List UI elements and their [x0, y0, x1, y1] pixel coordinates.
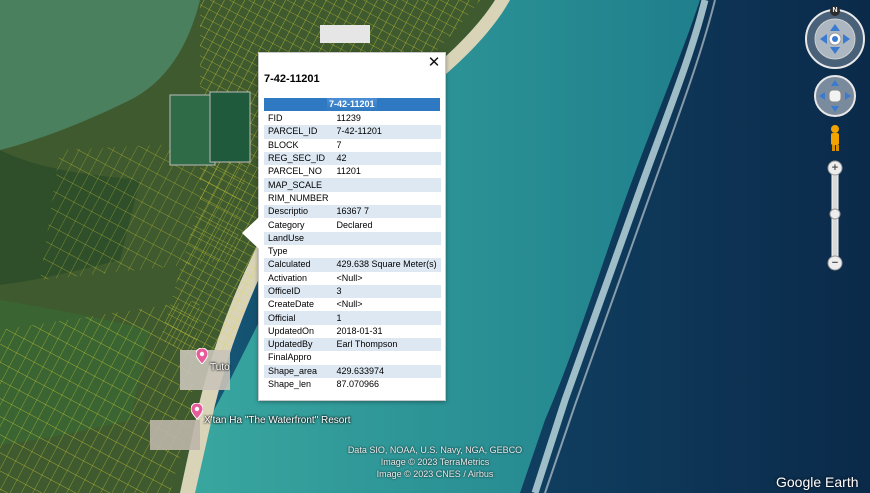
attribute-row: UpdatedBy Earl Thompson: [264, 338, 441, 352]
placemark-label[interactable]: Tuto: [210, 362, 230, 373]
attribute-key: Shape_len: [264, 377, 333, 392]
attribute-row: OfficeID 3: [264, 284, 441, 299]
attribution-line-2: Image © 2023 TerraMetrics: [380, 457, 490, 467]
attribute-key: Type: [264, 244, 333, 259]
attribute-row: MAP_SCALE: [264, 178, 441, 192]
attribute-table-header-label: 7-42-11201: [327, 98, 377, 111]
move-hand-icon[interactable]: [814, 75, 856, 117]
attribute-key: LandUse: [264, 231, 333, 245]
zoom-in-button[interactable]: +: [828, 161, 842, 175]
attribute-key: MAP_SCALE: [264, 178, 333, 192]
attribute-value: 87.070966: [332, 377, 441, 392]
attribute-row: Official 1: [264, 311, 441, 325]
attribute-row: PARCEL_ID 7-42-11201: [264, 125, 441, 139]
navigation-controls: N + −: [804, 6, 866, 276]
popup-title: 7-42-11201: [264, 73, 320, 85]
attribute-value: <Null>: [332, 271, 441, 285]
attribute-value: 429.638 Square Meter(s): [332, 258, 441, 272]
attribute-key: UpdatedOn: [264, 324, 333, 339]
attribute-row: CreateDate <Null>: [264, 298, 441, 312]
attribute-value: 2018-01-31: [332, 324, 441, 339]
attribute-row: Calculated 429.638 Square Meter(s): [264, 258, 441, 272]
attribution-line-3: Image © 2023 CNES / Airbus: [376, 469, 494, 479]
attribute-key: Official: [264, 311, 333, 325]
attribute-value: Declared: [332, 218, 441, 232]
attribute-row: Shape_len 87.070966: [264, 377, 441, 392]
parcel-info-popup: ✕ 7-42-11201 7-42-11201 FID 11239 PARCEL_I…: [242, 52, 446, 401]
attribute-value: <Null>: [332, 298, 441, 312]
attribute-row: Descriptio 16367 7: [264, 205, 441, 219]
attribute-value: [332, 231, 441, 245]
placemark-xtan-ha[interactable]: [190, 402, 204, 424]
attribute-table-header: 7-42-11201: [264, 98, 440, 111]
attribute-value: 11201: [332, 165, 441, 179]
attribute-value: [332, 244, 441, 259]
attribute-key: Category: [264, 218, 333, 232]
attribution-line-1: Data SIO, NOAA, U.S. Navy, NGA, GEBCO: [347, 445, 523, 455]
attribute-value: Earl Thompson: [332, 338, 441, 352]
attribute-key: UpdatedBy: [264, 338, 333, 352]
attribute-key: Descriptio: [264, 205, 333, 219]
attribute-key: RIM_NUMBER: [264, 191, 333, 206]
attribute-row: Activation <Null>: [264, 271, 441, 285]
attribute-key: PARCEL_NO: [264, 165, 333, 179]
attribute-key: PARCEL_ID: [264, 125, 333, 139]
attribute-row: BLOCK 7: [264, 138, 441, 152]
attribute-key: OfficeID: [264, 284, 333, 299]
attribute-value: 429.633974: [332, 364, 441, 378]
attribute-key: Shape_area: [264, 364, 333, 378]
attribute-key: BLOCK: [264, 138, 333, 152]
attribute-value: 42: [332, 151, 441, 166]
google-earth-logo: Google Earth: [776, 474, 859, 490]
placemark-pin-icon[interactable]: [195, 347, 209, 365]
attribute-value: [332, 351, 441, 365]
popup-pointer: [242, 217, 259, 249]
attribute-key: Activation: [264, 271, 333, 285]
attribute-key: FID: [264, 112, 333, 126]
attribute-value: 3: [332, 284, 441, 299]
zoom-out-button[interactable]: −: [828, 256, 842, 270]
attribute-row: Type: [264, 244, 441, 259]
attribute-value: [332, 191, 441, 206]
look-joystick-icon[interactable]: [805, 9, 865, 69]
placemark-pin-icon[interactable]: [190, 402, 204, 420]
attribute-row: PARCEL_NO 11201: [264, 165, 441, 179]
attribute-key: Calculated: [264, 258, 333, 272]
compass-north-label: N: [832, 7, 838, 14]
attribute-row: FID 11239: [264, 112, 441, 126]
attribute-value: 1: [332, 311, 441, 325]
attribute-row: RIM_NUMBER: [264, 191, 441, 206]
attribute-row: Category Declared: [264, 218, 441, 232]
attribute-key: REG_SEC_ID: [264, 151, 333, 166]
placemark-label[interactable]: X'tan Ha "The Waterfront" Resort: [204, 415, 350, 426]
attribute-row: UpdatedOn 2018-01-31: [264, 324, 441, 339]
attribute-row: Shape_area 429.633974: [264, 364, 441, 378]
attribute-row: FinalAppro: [264, 351, 441, 365]
attribute-row: LandUse: [264, 231, 441, 245]
attribute-key: FinalAppro: [264, 351, 333, 365]
attribute-value: 7: [332, 138, 441, 152]
placemark-tuto[interactable]: [195, 347, 209, 369]
zoom-slider[interactable]: [827, 160, 843, 271]
attribute-key: CreateDate: [264, 298, 333, 312]
attribute-row: REG_SEC_ID 42: [264, 151, 441, 166]
attribute-value: [332, 178, 441, 192]
pegman-icon[interactable]: [831, 125, 839, 151]
close-icon[interactable]: ✕: [427, 55, 441, 71]
attribute-table: FID 11239 PARCEL_ID 7-42-11201 BLOCK 7 REG_SEC…: [264, 112, 441, 392]
attribute-value: 11239: [332, 112, 441, 126]
attribute-value: 7-42-11201: [332, 125, 441, 139]
attribute-value: 16367 7: [332, 205, 441, 219]
